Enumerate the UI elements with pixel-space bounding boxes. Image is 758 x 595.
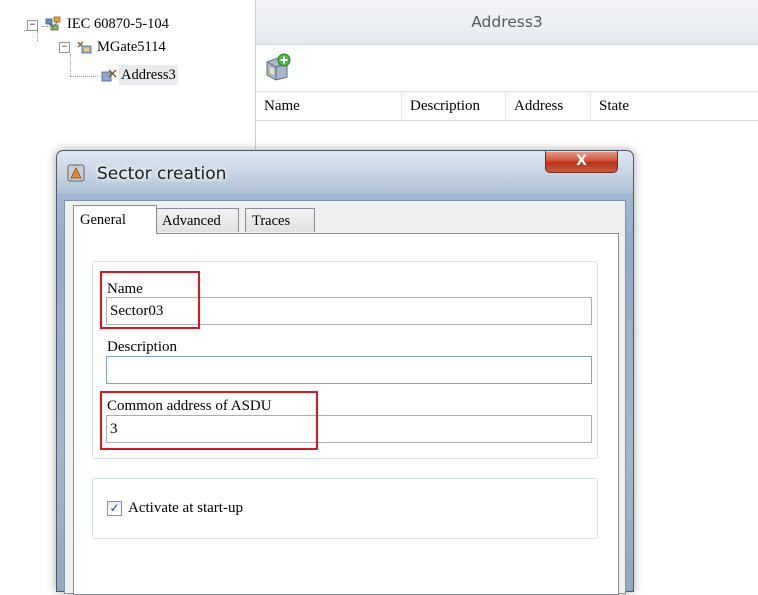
toolbar — [256, 45, 758, 92]
address-icon — [101, 69, 117, 82]
column-header-state[interactable]: State — [591, 92, 758, 120]
column-header-description[interactable]: Description — [402, 92, 506, 120]
add-sector-icon[interactable] — [264, 53, 292, 81]
tree-item-label: MGate5114 — [97, 39, 166, 55]
highlight-box — [100, 271, 200, 329]
description-label: Description — [107, 339, 177, 355]
device-icon — [77, 41, 92, 54]
tab-traces[interactable]: Traces — [245, 208, 315, 232]
description-input[interactable] — [106, 356, 592, 384]
tree-item-iec104[interactable]: − IEC 60870-5-104 — [0, 4, 255, 32]
tab-advanced[interactable]: Advanced — [155, 208, 239, 232]
activate-checkbox[interactable]: ✓ — [107, 501, 122, 516]
tab-page-general: Name Sector03 Description Common address… — [73, 233, 619, 595]
grid-header: Name Description Address State — [256, 92, 758, 121]
tab-general[interactable]: General — [73, 205, 157, 234]
column-header-address[interactable]: Address — [506, 92, 591, 120]
app-icon — [67, 164, 85, 182]
tree-item-label: Address3 — [119, 65, 178, 85]
activate-label[interactable]: Activate at start-up — [128, 499, 243, 517]
tree-item-mgate[interactable]: − MGate5114 — [0, 27, 255, 55]
dialog-title: Sector creation — [97, 164, 227, 184]
panel-title: Address3 — [256, 0, 758, 45]
dialog-body: General Advanced Traces Name Sector03 De… — [64, 200, 626, 595]
highlight-box — [100, 391, 318, 450]
collapse-icon[interactable]: − — [59, 42, 70, 53]
tree-item-address3[interactable]: Address3 — [0, 64, 255, 85]
close-button[interactable]: X — [545, 151, 618, 173]
sector-creation-dialog: Sector creation X General Advanced Trace… — [56, 150, 634, 595]
column-header-name[interactable]: Name — [256, 92, 402, 120]
